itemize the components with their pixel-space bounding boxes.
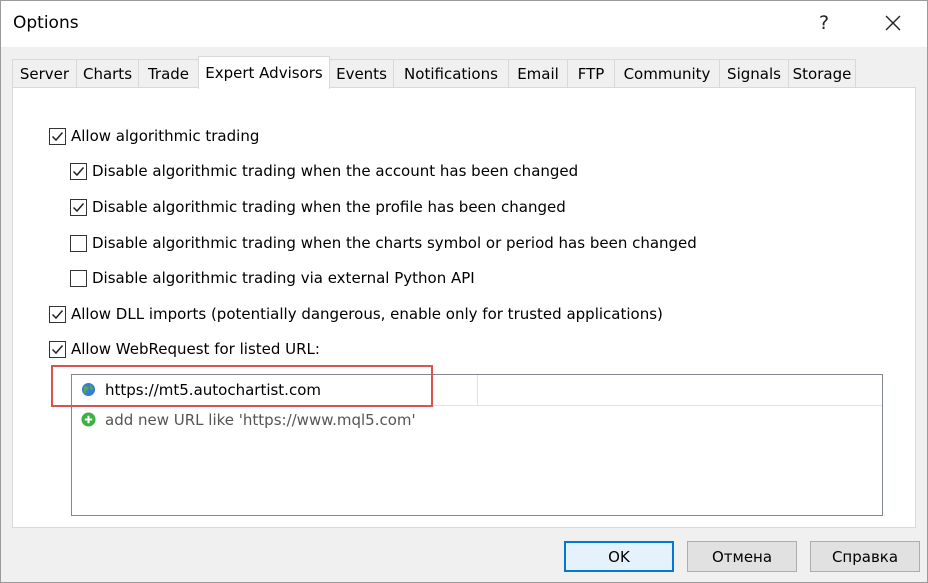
option-disable-on-account-change[interactable]: Disable algorithmic trading when the acc… (70, 160, 578, 182)
option-label: Disable algorithmic trading via external… (92, 269, 475, 287)
column-divider (477, 375, 478, 405)
expert-advisors-panel: Allow algorithmic trading Disable algori… (12, 87, 916, 528)
annotation-highlight (51, 365, 433, 407)
option-disable-on-profile-change[interactable]: Disable algorithmic trading when the pro… (70, 196, 566, 218)
checkmark-icon (72, 202, 85, 212)
add-icon (81, 412, 96, 427)
tab-storage[interactable]: Storage (788, 59, 856, 88)
tab-expert-advisors[interactable]: Expert Advisors (198, 56, 330, 89)
checkmark-icon (51, 131, 64, 141)
option-allow-webrequest[interactable]: Allow WebRequest for listed URL: (49, 338, 320, 360)
tab-events[interactable]: Events (329, 59, 394, 88)
checkbox[interactable] (70, 198, 87, 216)
checkbox[interactable] (70, 162, 87, 180)
tab-server[interactable]: Server (12, 59, 77, 88)
option-label: Allow WebRequest for listed URL: (71, 340, 320, 358)
ok-button[interactable]: OK (564, 541, 674, 572)
tab-charts[interactable]: Charts (76, 59, 139, 88)
tab-signals[interactable]: Signals (719, 59, 789, 88)
option-label: Allow DLL imports (potentially dangerous… (71, 305, 663, 323)
checkmark-icon (72, 166, 85, 176)
option-label: Disable algorithmic trading when the cha… (92, 234, 697, 252)
option-label: Disable algorithmic trading when the pro… (92, 198, 566, 216)
checkbox[interactable] (49, 305, 66, 323)
checkbox[interactable] (49, 340, 66, 358)
title-bar: Options ? (1, 1, 927, 47)
option-allow-dll-imports[interactable]: Allow DLL imports (potentially dangerous… (49, 303, 663, 325)
help-icon: ? (818, 12, 830, 34)
tab-notifications[interactable]: Notifications (393, 59, 509, 88)
dialog-title: Options (13, 13, 79, 33)
option-label: Allow algorithmic trading (71, 127, 260, 145)
tab-bar: Server Charts Trade Expert Advisors Even… (12, 56, 916, 89)
option-disable-on-symbol-change[interactable]: Disable algorithmic trading when the cha… (70, 232, 697, 254)
tab-email[interactable]: Email (508, 59, 568, 88)
add-url-placeholder: add new URL like 'https://www.mql5.com' (105, 411, 416, 429)
option-allow-algo-trading[interactable]: Allow algorithmic trading (49, 125, 259, 147)
option-label: Disable algorithmic trading when the acc… (92, 162, 579, 180)
checkbox[interactable] (49, 127, 66, 145)
close-icon (885, 15, 901, 31)
tab-trade[interactable]: Trade (138, 59, 199, 88)
checkmark-icon (51, 344, 64, 354)
tab-community[interactable]: Community (614, 59, 720, 88)
help-text-button[interactable]: Справка (810, 541, 920, 572)
option-disable-python-api[interactable]: Disable algorithmic trading via external… (70, 267, 475, 289)
options-dialog: Options ? Server Charts Trade Expert Adv… (0, 0, 928, 583)
add-url-row[interactable]: add new URL like 'https://www.mql5.com' (72, 406, 882, 434)
checkmark-icon (51, 309, 64, 319)
tab-ftp[interactable]: FTP (567, 59, 615, 88)
checkbox[interactable] (70, 234, 87, 252)
cancel-button[interactable]: Отмена (687, 541, 797, 572)
close-button[interactable] (871, 3, 915, 43)
checkbox[interactable] (70, 269, 87, 287)
help-button[interactable]: ? (807, 3, 841, 43)
